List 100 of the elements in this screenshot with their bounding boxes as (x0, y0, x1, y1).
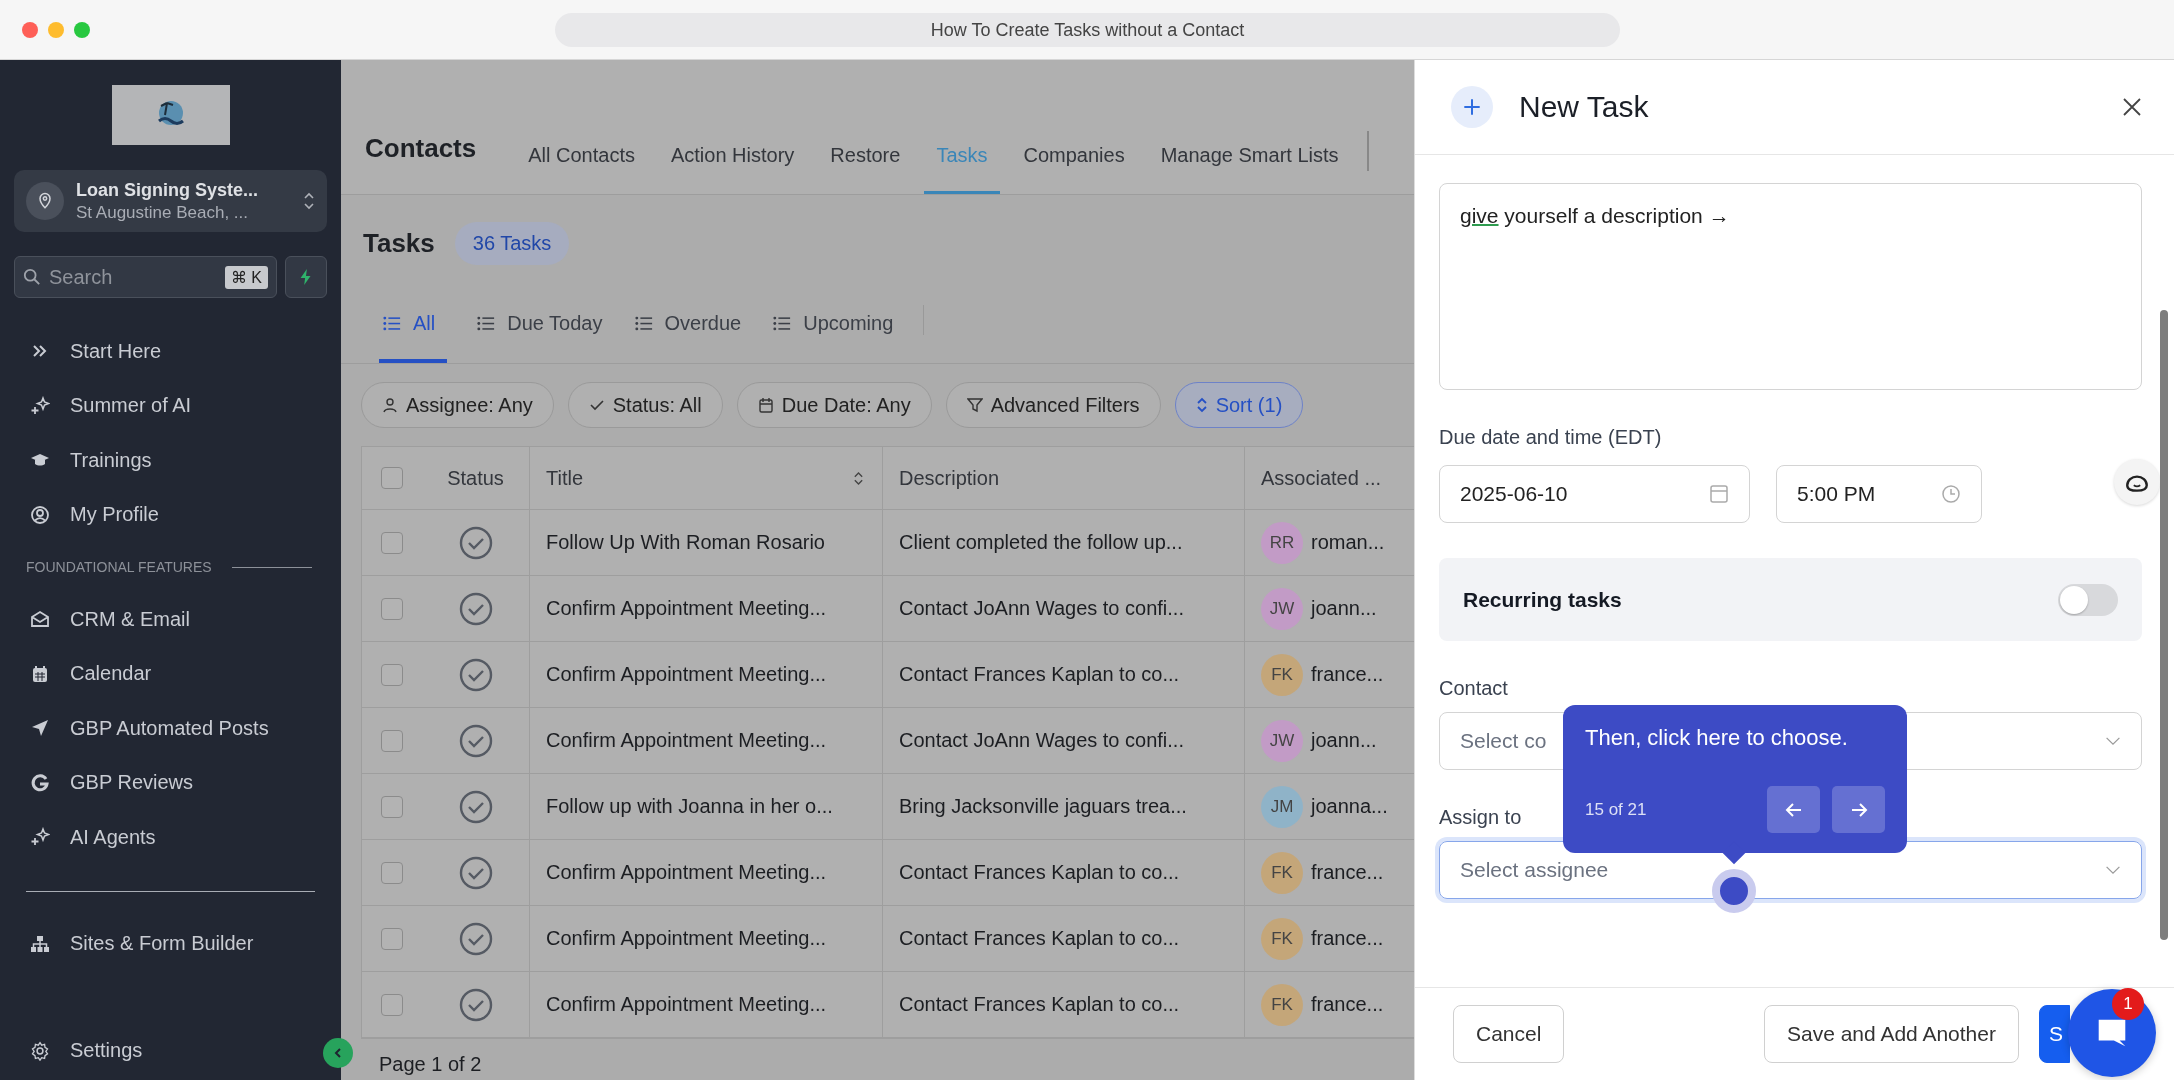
search-icon (23, 268, 41, 286)
filter-chip[interactable]: Advanced Filters (945, 382, 1161, 428)
funnel-icon (966, 397, 983, 413)
contact-name[interactable]: joann... (1311, 729, 1377, 752)
row-checkbox[interactable] (381, 993, 403, 1016)
row-checkbox[interactable] (381, 861, 403, 884)
contact-name[interactable]: joann... (1311, 597, 1377, 620)
filter-chip[interactable]: Due Date: Any (736, 382, 932, 428)
sidebar-item[interactable]: GBP Automated Posts (14, 701, 327, 756)
task-title[interactable]: Confirm Appointment Meeting... (546, 729, 827, 752)
task-title[interactable]: Follow Up With Roman Rosario (546, 531, 825, 554)
contact-name[interactable]: roman... (1311, 531, 1385, 554)
sidebar-item[interactable]: Calendar (14, 646, 327, 701)
task-title[interactable]: Confirm Appointment Meeting... (546, 663, 827, 686)
check-circle-icon[interactable] (458, 921, 493, 956)
date-field[interactable]: 2025-06-10 (1439, 465, 1750, 523)
hotspot-beacon[interactable] (1712, 869, 1756, 913)
contact-name[interactable]: france... (1311, 927, 1384, 950)
maximize-window-dot[interactable] (74, 21, 90, 38)
next-button[interactable] (1832, 786, 1885, 833)
address-bar[interactable]: How To Create Tasks without a Contact (555, 13, 1620, 47)
task-description: Contact JoAnn Wages to confi... (899, 597, 1184, 620)
sidebar-item[interactable]: My Profile (14, 487, 327, 542)
sparkle-icon (30, 395, 50, 416)
row-checkbox[interactable] (381, 729, 403, 752)
filter-chip[interactable]: Status: All (567, 382, 723, 428)
sidebar-item[interactable]: AI Agents (14, 810, 327, 865)
description-field[interactable]: give yourself a description → (1439, 183, 2142, 390)
avatar-initials: JW (1261, 587, 1303, 630)
account-switcher[interactable]: Loan Signing Syste... St Augustine Beach, ... (14, 170, 327, 232)
sidebar-item[interactable]: Sites & Form Builder (14, 916, 327, 971)
contact-name[interactable]: france... (1311, 993, 1384, 1016)
previous-button[interactable] (1767, 786, 1820, 833)
task-title[interactable]: Follow up with Joanna in her o... (546, 795, 833, 818)
sitemap-icon (30, 933, 50, 954)
minimize-window-dot[interactable] (48, 21, 64, 38)
view-tab[interactable]: Overdue (632, 312, 744, 363)
sidebar-item[interactable]: Summer of AI (14, 378, 327, 433)
search-field[interactable]: Search ⌘ K (14, 256, 277, 298)
sidebar-item[interactable]: Start Here (14, 324, 327, 379)
check-circle-icon[interactable] (458, 591, 493, 626)
section-heading: FOUNDATIONAL FEATURES (26, 559, 212, 575)
clock-icon (1941, 484, 1961, 504)
sidebar-item[interactable]: GBP Reviews (14, 755, 327, 810)
nav-tab[interactable]: Manage Smart Lists (1148, 144, 1351, 194)
row-checkbox[interactable] (381, 663, 403, 686)
task-title[interactable]: Confirm Appointment Meeting... (546, 861, 827, 884)
row-checkbox[interactable] (381, 795, 403, 818)
avatar-initials: FK (1261, 851, 1303, 894)
nav-tab[interactable]: Restore (818, 144, 913, 194)
cancel-button[interactable]: Cancel (1453, 1005, 1565, 1063)
row-checkbox[interactable] (381, 531, 403, 554)
select-all-checkbox[interactable] (381, 467, 403, 489)
avatar-initials: FK (1261, 917, 1303, 960)
quick-action-button[interactable] (285, 256, 327, 298)
check-circle-icon[interactable] (458, 657, 493, 692)
view-tab[interactable]: Due Today (475, 312, 605, 363)
field-label: Assign to (1439, 806, 1522, 829)
check-circle-icon[interactable] (458, 855, 493, 890)
scrollbar-thumb[interactable] (2160, 310, 2168, 940)
sidebar-item[interactable]: Trainings (14, 433, 327, 488)
close-window-dot[interactable] (22, 21, 38, 38)
filter-chip[interactable]: Assignee: Any (361, 382, 554, 428)
avatar-initials: JW (1261, 719, 1303, 762)
check-circle-icon[interactable] (458, 723, 493, 758)
toggle-switch[interactable] (2058, 583, 2118, 616)
account-name: Loan Signing Syste... (76, 179, 260, 201)
contact-name[interactable]: joanna... (1311, 795, 1388, 818)
task-title[interactable]: Confirm Appointment Meeting... (546, 927, 827, 950)
row-checkbox[interactable] (381, 597, 403, 620)
smiley-face-icon[interactable] (2114, 459, 2160, 505)
location-pin-icon (26, 182, 64, 220)
sort-icon[interactable] (853, 470, 864, 486)
account-location: St Augustine Beach, ... (76, 202, 249, 223)
time-field[interactable]: 5:00 PM (1776, 465, 1982, 523)
row-checkbox[interactable] (381, 927, 403, 950)
save-button[interactable]: S (2039, 1005, 2070, 1063)
check-circle-icon[interactable] (458, 987, 493, 1022)
nav-tab[interactable]: All Contacts (516, 144, 647, 194)
check-circle-icon[interactable] (458, 525, 493, 560)
contact-name[interactable]: france... (1311, 663, 1384, 686)
column-header: Status (447, 466, 504, 490)
sparkle-icon (30, 827, 50, 848)
view-tab[interactable]: Upcoming (771, 312, 896, 363)
check-circle-icon[interactable] (458, 789, 493, 824)
shortcut-hint: ⌘ K (224, 265, 268, 289)
nav-tab[interactable]: Companies (1011, 144, 1137, 194)
contact-name[interactable]: france... (1311, 861, 1384, 884)
calendar-icon (757, 397, 774, 413)
panel-title: New Task (1519, 90, 1650, 124)
nav-tab[interactable]: Action History (658, 144, 807, 194)
task-title[interactable]: Confirm Appointment Meeting... (546, 993, 827, 1016)
sidebar-item[interactable]: Settings (14, 1023, 327, 1078)
task-title[interactable]: Confirm Appointment Meeting... (546, 597, 827, 620)
save-and-add-another-button[interactable]: Save and Add Another (1763, 1005, 2019, 1063)
column-header: Description (899, 466, 1000, 490)
task-count-badge: 36 Tasks (454, 221, 570, 265)
task-description: Bring Jacksonville jaguars trea... (899, 795, 1187, 818)
sidebar-item[interactable]: CRM & Email (14, 592, 327, 647)
task-description: Contact Frances Kaplan to co... (899, 993, 1180, 1016)
